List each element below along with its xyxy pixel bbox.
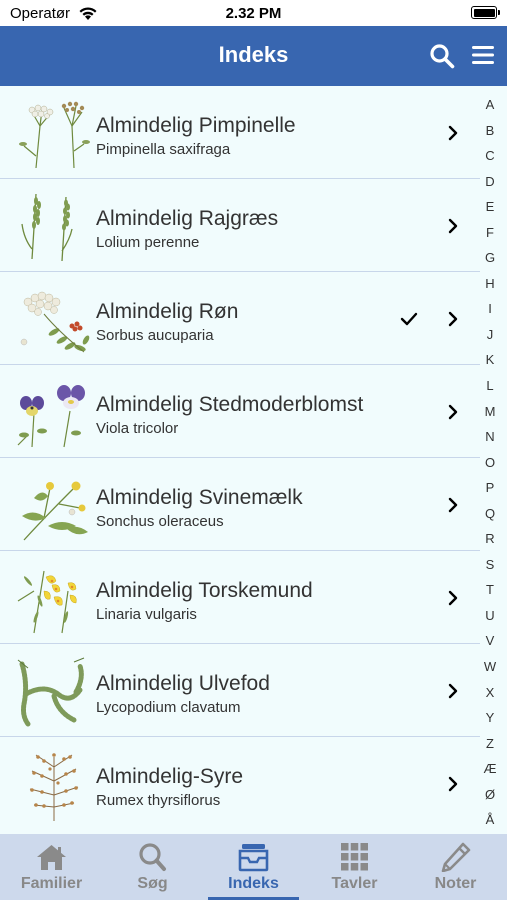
grid-icon [341,843,368,871]
status-bar: Operatør 2.32 PM [0,0,507,26]
index-letter[interactable]: Ø [480,782,500,808]
plant-common-name: Almindelig Rajgræs [96,207,279,230]
index-letter[interactable]: K [480,347,500,373]
list-item[interactable]: Almindelig Stedmoderblomst Viola tricolo… [0,365,480,458]
index-letter[interactable]: X [480,680,500,706]
plant-illustration-icon [21,193,73,262]
list-item[interactable]: Almindelig Røn Sorbus aucuparia [0,272,480,365]
index-letter[interactable]: A [480,92,500,118]
chevron-right-icon [448,590,458,606]
list-item[interactable]: Almindelig Torskemund Linaria vulgaris [0,551,480,644]
index-letter[interactable]: S [480,552,500,578]
plant-illustration-icon [29,753,79,821]
plant-illustration-icon [19,101,90,169]
plant-latin-name: Viola tricolor [96,420,179,437]
tab-label: Søg [137,875,168,892]
pencil-icon [441,842,471,872]
index-letter[interactable]: W [480,654,500,680]
tab-bar: Familier Søg Indeks Tavler Noter [0,834,507,900]
plant-illustration-icon [17,570,77,634]
plant-latin-name: Sonchus oleraceus [96,513,224,530]
search-icon[interactable] [429,43,455,69]
plant-latin-name: Sorbus aucuparia [96,327,214,344]
plant-illustration-icon [17,385,85,448]
index-letter[interactable]: Æ [480,756,500,782]
tab-noter[interactable]: Noter [405,834,506,900]
tab-label: Familier [20,875,83,892]
plant-common-name: Almindelig Ulvefod [96,672,270,695]
tab-familier[interactable]: Familier [1,834,102,900]
chevron-right-icon [448,218,458,234]
tab-sog[interactable]: Søg [102,834,203,900]
plant-common-name: Almindelig Pimpinelle [96,114,296,137]
plant-illustration-icon [20,291,90,353]
plant-latin-name: Lycopodium clavatum [96,699,241,716]
plant-common-name: Almindelig-Syre [96,765,244,788]
chevron-right-icon [448,125,458,141]
list-item[interactable]: Almindelig-Syre Rumex thyrsiflorus [0,737,480,830]
index-letter[interactable]: E [480,194,500,220]
tab-indeks[interactable]: Indeks [203,834,304,900]
tab-label: Noter [434,875,477,892]
home-icon [37,845,66,870]
index-letter[interactable]: J [480,322,500,348]
index-letter[interactable]: Å [480,807,500,833]
battery-icon [471,6,500,19]
index-letter[interactable]: P [480,475,500,501]
search-icon [139,843,166,871]
index-letter[interactable]: F [480,220,500,246]
index-letter[interactable]: B [480,118,500,144]
plant-illustration-icon [17,657,85,727]
index-letter[interactable]: Q [480,501,500,527]
tab-label: Indeks [228,875,279,892]
index-letter[interactable]: N [480,424,500,450]
status-time: 2.32 PM [225,5,282,22]
plant-latin-name: Pimpinella saxifraga [96,141,231,158]
index-letter[interactable]: C [480,143,500,169]
plant-latin-name: Rumex thyrsiflorus [96,792,221,809]
chevron-right-icon [448,311,458,327]
chevron-right-icon [448,683,458,699]
chevron-right-icon [448,497,458,513]
index-letter[interactable]: H [480,271,500,297]
plant-illustration-icon [22,481,88,541]
index-letter[interactable]: Y [480,705,500,731]
nav-bar: Indeks [0,26,507,86]
plant-common-name: Almindelig Stedmoderblomst [96,393,364,416]
index-letter[interactable]: M [480,399,500,425]
alphabet-index[interactable]: A B C D E F G H I J K L M N O P Q R S T … [480,92,500,833]
plant-common-name: Almindelig Svinemælk [96,486,303,509]
chevron-right-icon [448,404,458,420]
chevron-right-icon [448,776,458,792]
list-item[interactable]: Almindelig Pimpinelle Pimpinella saxifra… [0,86,480,179]
plant-common-name: Almindelig Røn [96,300,239,323]
index-letter[interactable]: U [480,603,500,629]
index-letter[interactable]: T [480,577,500,603]
index-letter[interactable]: V [480,628,500,654]
tab-tavler[interactable]: Tavler [304,834,405,900]
index-letter[interactable]: O [480,450,500,476]
list-item[interactable]: Almindelig Svinemælk Sonchus oleraceus [0,458,480,551]
list-item[interactable]: Almindelig Ulvefod Lycopodium clavatum [0,644,480,737]
index-letter[interactable]: L [480,373,500,399]
plant-index-list: Almindelig Pimpinelle Pimpinella saxifra… [0,86,507,834]
index-letter[interactable]: R [480,526,500,552]
archive-box-icon [238,844,269,872]
plant-latin-name: Lolium perenne [96,234,200,251]
menu-icon[interactable] [472,44,494,66]
index-letter[interactable]: I [480,296,500,322]
index-letter[interactable]: G [480,245,500,271]
plant-common-name: Almindelig Torskemund [96,579,313,602]
index-letter[interactable]: D [480,169,500,195]
list-item[interactable]: Almindelig Rajgræs Lolium perenne [0,179,480,272]
plant-latin-name: Linaria vulgaris [96,606,197,623]
checkmark-icon [400,312,418,326]
tab-label: Tavler [331,875,378,892]
index-letter[interactable]: Z [480,731,500,757]
